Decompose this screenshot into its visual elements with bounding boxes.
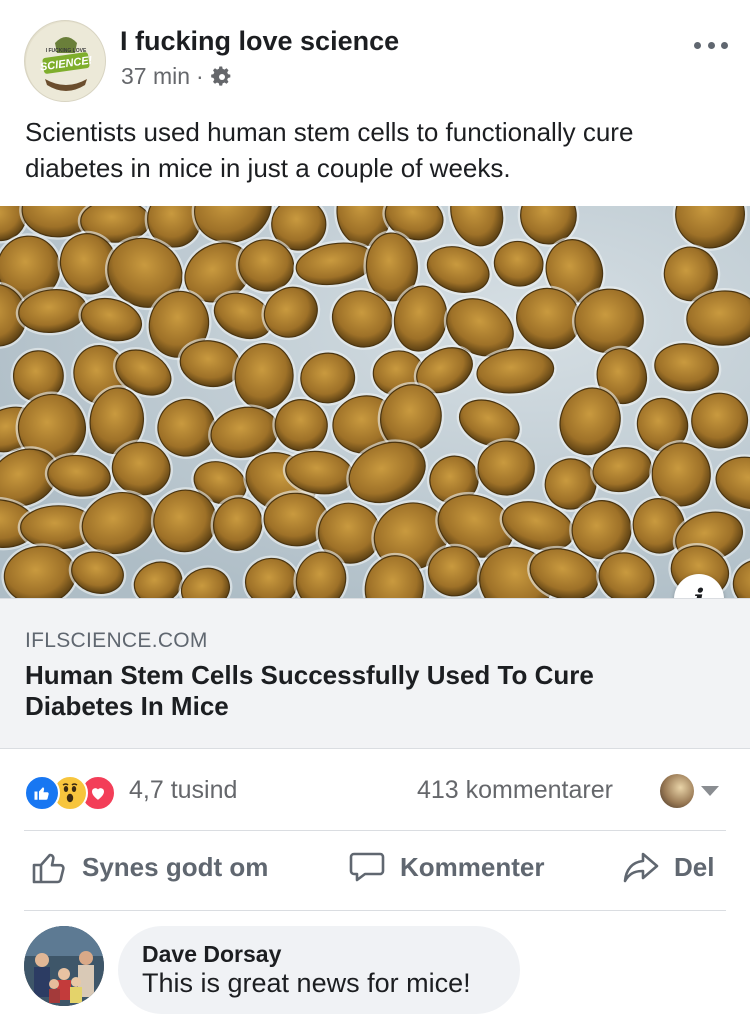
post-time[interactable]: 37 min [121, 63, 190, 90]
thumbs-up-icon [32, 853, 65, 884]
comment-author-avatar[interactable] [24, 926, 104, 1006]
reaction-count[interactable]: 4,7 tusind [129, 776, 237, 805]
comment-button[interactable]: Kommenter [348, 848, 544, 886]
meta-separator: · [196, 63, 204, 89]
post-meta: 37 min · [121, 63, 234, 90]
logo-small-text: I FUCKING LOVE [46, 48, 87, 54]
comment-text: This is great news for mice! [142, 968, 471, 998]
chevron-down-icon[interactable] [701, 786, 719, 796]
divider [24, 830, 726, 831]
post-text: Scientists used human stem cells to func… [25, 117, 634, 183]
divider [24, 910, 726, 911]
share-button-label: Del [674, 851, 715, 882]
link-domain: IFLSCIENCE.COM [25, 629, 208, 652]
comment-count[interactable]: 413 kommentarer [417, 776, 613, 805]
link-title[interactable]: Human Stem Cells Successfully Used To Cu… [25, 660, 705, 722]
page-logo: SCIENCE! I FUCKING LOVE [26, 22, 105, 101]
comment-author[interactable]: Dave Dorsay [142, 941, 281, 968]
stem-cells-photo [0, 206, 750, 598]
like-button[interactable]: Synes godt om [30, 848, 268, 886]
page-name[interactable]: I fucking love science [120, 26, 399, 57]
link-preview-image[interactable] [0, 206, 750, 598]
share-icon [623, 852, 659, 883]
family-photo [24, 926, 104, 1006]
viewer-avatar[interactable] [660, 774, 694, 808]
share-button[interactable]: Del [622, 848, 714, 886]
like-reaction-icon [24, 775, 60, 811]
like-button-label: Synes godt om [82, 851, 269, 882]
comment-icon [349, 852, 385, 882]
gear-icon [210, 65, 231, 86]
page-avatar[interactable]: SCIENCE! I FUCKING LOVE [24, 20, 106, 102]
comment-button-label: Kommenter [400, 851, 545, 882]
more-options-icon[interactable] [694, 30, 728, 60]
reactions-summary[interactable] [24, 775, 116, 811]
stem-cell-cluster [427, 546, 482, 597]
